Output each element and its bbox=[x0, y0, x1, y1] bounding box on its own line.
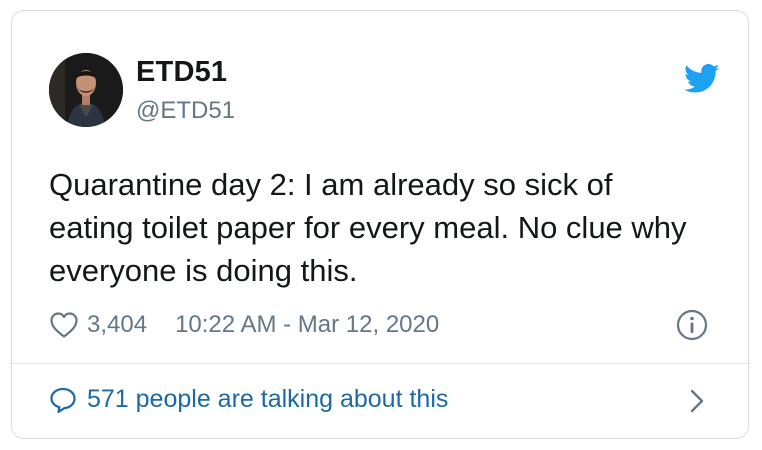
tweet-text: Quarantine day 2: I am already so sick o… bbox=[49, 163, 729, 292]
tweet-text-line: Quarantine day 2: I am already so sick o… bbox=[49, 167, 613, 202]
user-handle[interactable]: @ETD51 bbox=[136, 97, 235, 125]
conversation-link[interactable]: 571 people are talking about this bbox=[49, 385, 448, 414]
tweet-timestamp[interactable]: 10:22 AM - Mar 12, 2020 bbox=[175, 311, 439, 339]
info-icon[interactable] bbox=[676, 309, 708, 341]
speech-bubble-icon bbox=[50, 387, 76, 413]
chevron-right-icon[interactable] bbox=[687, 388, 707, 414]
tweet-text-line: everyone is doing this. bbox=[49, 253, 358, 288]
display-name[interactable]: ETD51 bbox=[136, 56, 227, 89]
twitter-bird-icon[interactable] bbox=[684, 63, 720, 95]
tweet-card: ETD51 @ETD51 Quarantine day 2: I am alre… bbox=[11, 10, 749, 439]
like-count[interactable]: 3,404 bbox=[87, 311, 147, 339]
conversation-link-label[interactable]: 571 people are talking about this bbox=[87, 385, 448, 414]
divider bbox=[12, 363, 748, 364]
tweet-text-line: eating toilet paper for every meal. No c… bbox=[49, 210, 687, 245]
avatar[interactable] bbox=[49, 53, 123, 127]
tweet-meta: 3,404 10:22 AM - Mar 12, 2020 bbox=[49, 310, 439, 340]
heart-icon[interactable] bbox=[49, 311, 79, 339]
